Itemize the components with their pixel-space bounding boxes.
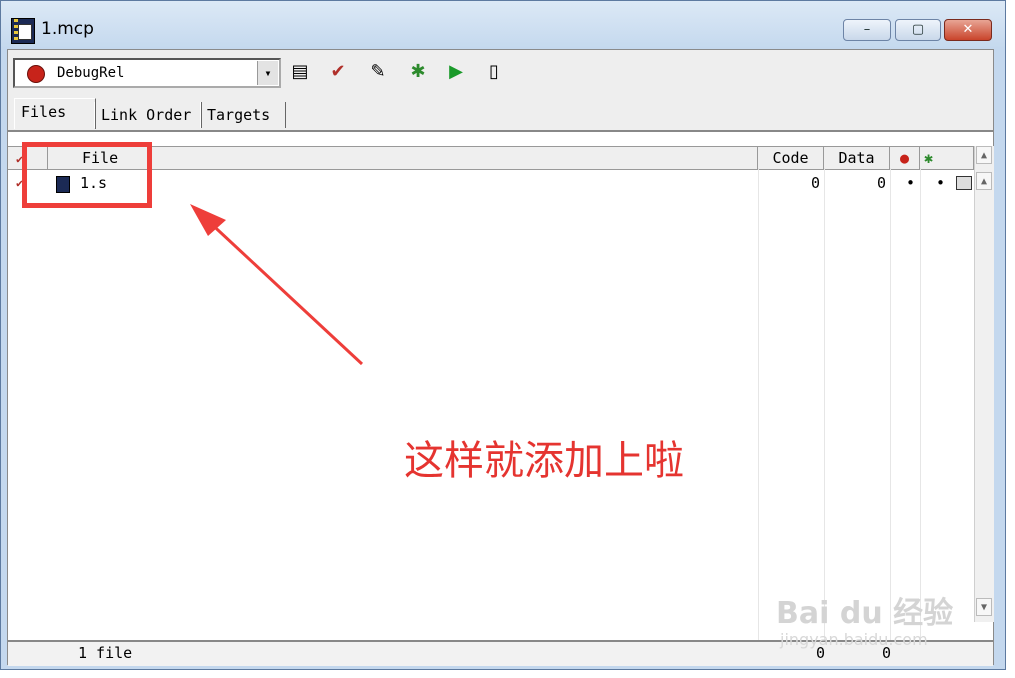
file-data-size: 0 xyxy=(876,174,886,192)
project-file-icon xyxy=(11,18,35,44)
project-tabs: Files Link Order Targets xyxy=(14,98,993,129)
bug-column-icon[interactable]: ✱ xyxy=(920,147,974,169)
disassemble-icon[interactable]: ▯ xyxy=(482,60,506,84)
debug-flag[interactable]: • xyxy=(906,172,915,194)
file-list-header: ✔ File Code Data ● ✱ xyxy=(8,146,974,170)
title-bar[interactable]: 1.mcp – ▢ ✕ xyxy=(1,1,1005,47)
column-divider xyxy=(920,168,921,640)
scroll-up-button[interactable]: ▲ xyxy=(976,146,992,164)
code-column-header[interactable]: Code xyxy=(758,147,824,169)
window-title: 1.mcp xyxy=(41,19,94,39)
minimize-button[interactable]: – xyxy=(843,19,891,41)
files-panel: ✔ File Code Data ● ✱ ✔ 1.s 0 0 • • ▲ ▲ ▼… xyxy=(8,130,994,666)
target-label: DebugRel xyxy=(57,65,125,81)
tab-targets[interactable]: Targets xyxy=(200,102,286,128)
scroll-down-button[interactable]: ▼ xyxy=(976,598,992,616)
file-row[interactable]: ✔ 1.s 0 0 • • xyxy=(8,172,974,194)
chevron-down-icon[interactable]: ▾ xyxy=(257,61,278,85)
data-column-header[interactable]: Data xyxy=(824,147,890,169)
make-icon[interactable]: ✔ xyxy=(326,60,350,84)
column-divider xyxy=(890,168,891,640)
file-count: 1 file xyxy=(78,644,133,662)
debug-icon[interactable]: ✱ xyxy=(406,60,430,84)
project-window: 1.mcp – ▢ ✕ DebugRel ▾ ▤ ✔ ✎ ✱ ▶ ▯ Files… xyxy=(0,0,1006,670)
column-divider xyxy=(824,168,825,640)
target-select[interactable]: DebugRel ▾ xyxy=(13,58,281,88)
row-menu-icon[interactable] xyxy=(956,176,972,190)
bring-up-to-date-icon[interactable]: ✎ xyxy=(366,60,390,84)
tab-files[interactable]: Files xyxy=(14,98,96,129)
maximize-button[interactable]: ▢ xyxy=(895,19,941,41)
run-icon[interactable]: ▶ xyxy=(444,60,468,84)
debug-column-icon[interactable]: ● xyxy=(890,147,920,169)
close-button[interactable]: ✕ xyxy=(944,19,992,41)
column-divider xyxy=(758,168,759,640)
annotation-text: 这样就添加上啦 xyxy=(404,438,684,484)
target-icon xyxy=(27,65,45,83)
vertical-scrollbar[interactable]: ▲ ▲ ▼ xyxy=(974,146,994,622)
project-client-area: DebugRel ▾ ▤ ✔ ✎ ✱ ▶ ▯ Files Link Order … xyxy=(7,49,994,666)
touch-flag[interactable]: • xyxy=(936,172,945,194)
project-toolbar: DebugRel ▾ ▤ ✔ ✎ ✱ ▶ ▯ xyxy=(8,50,993,94)
highlight-box xyxy=(22,142,152,208)
watermark-logo: Bai du 经验 xyxy=(776,596,954,631)
file-column-header[interactable]: File xyxy=(48,147,758,169)
tab-link-order[interactable]: Link Order xyxy=(94,102,202,128)
file-code-size: 0 xyxy=(810,174,820,192)
watermark-url: jingyan.baidu.com xyxy=(780,630,928,649)
target-settings-icon[interactable]: ▤ xyxy=(288,60,312,84)
scroll-up-arrow[interactable]: ▲ xyxy=(976,172,992,190)
